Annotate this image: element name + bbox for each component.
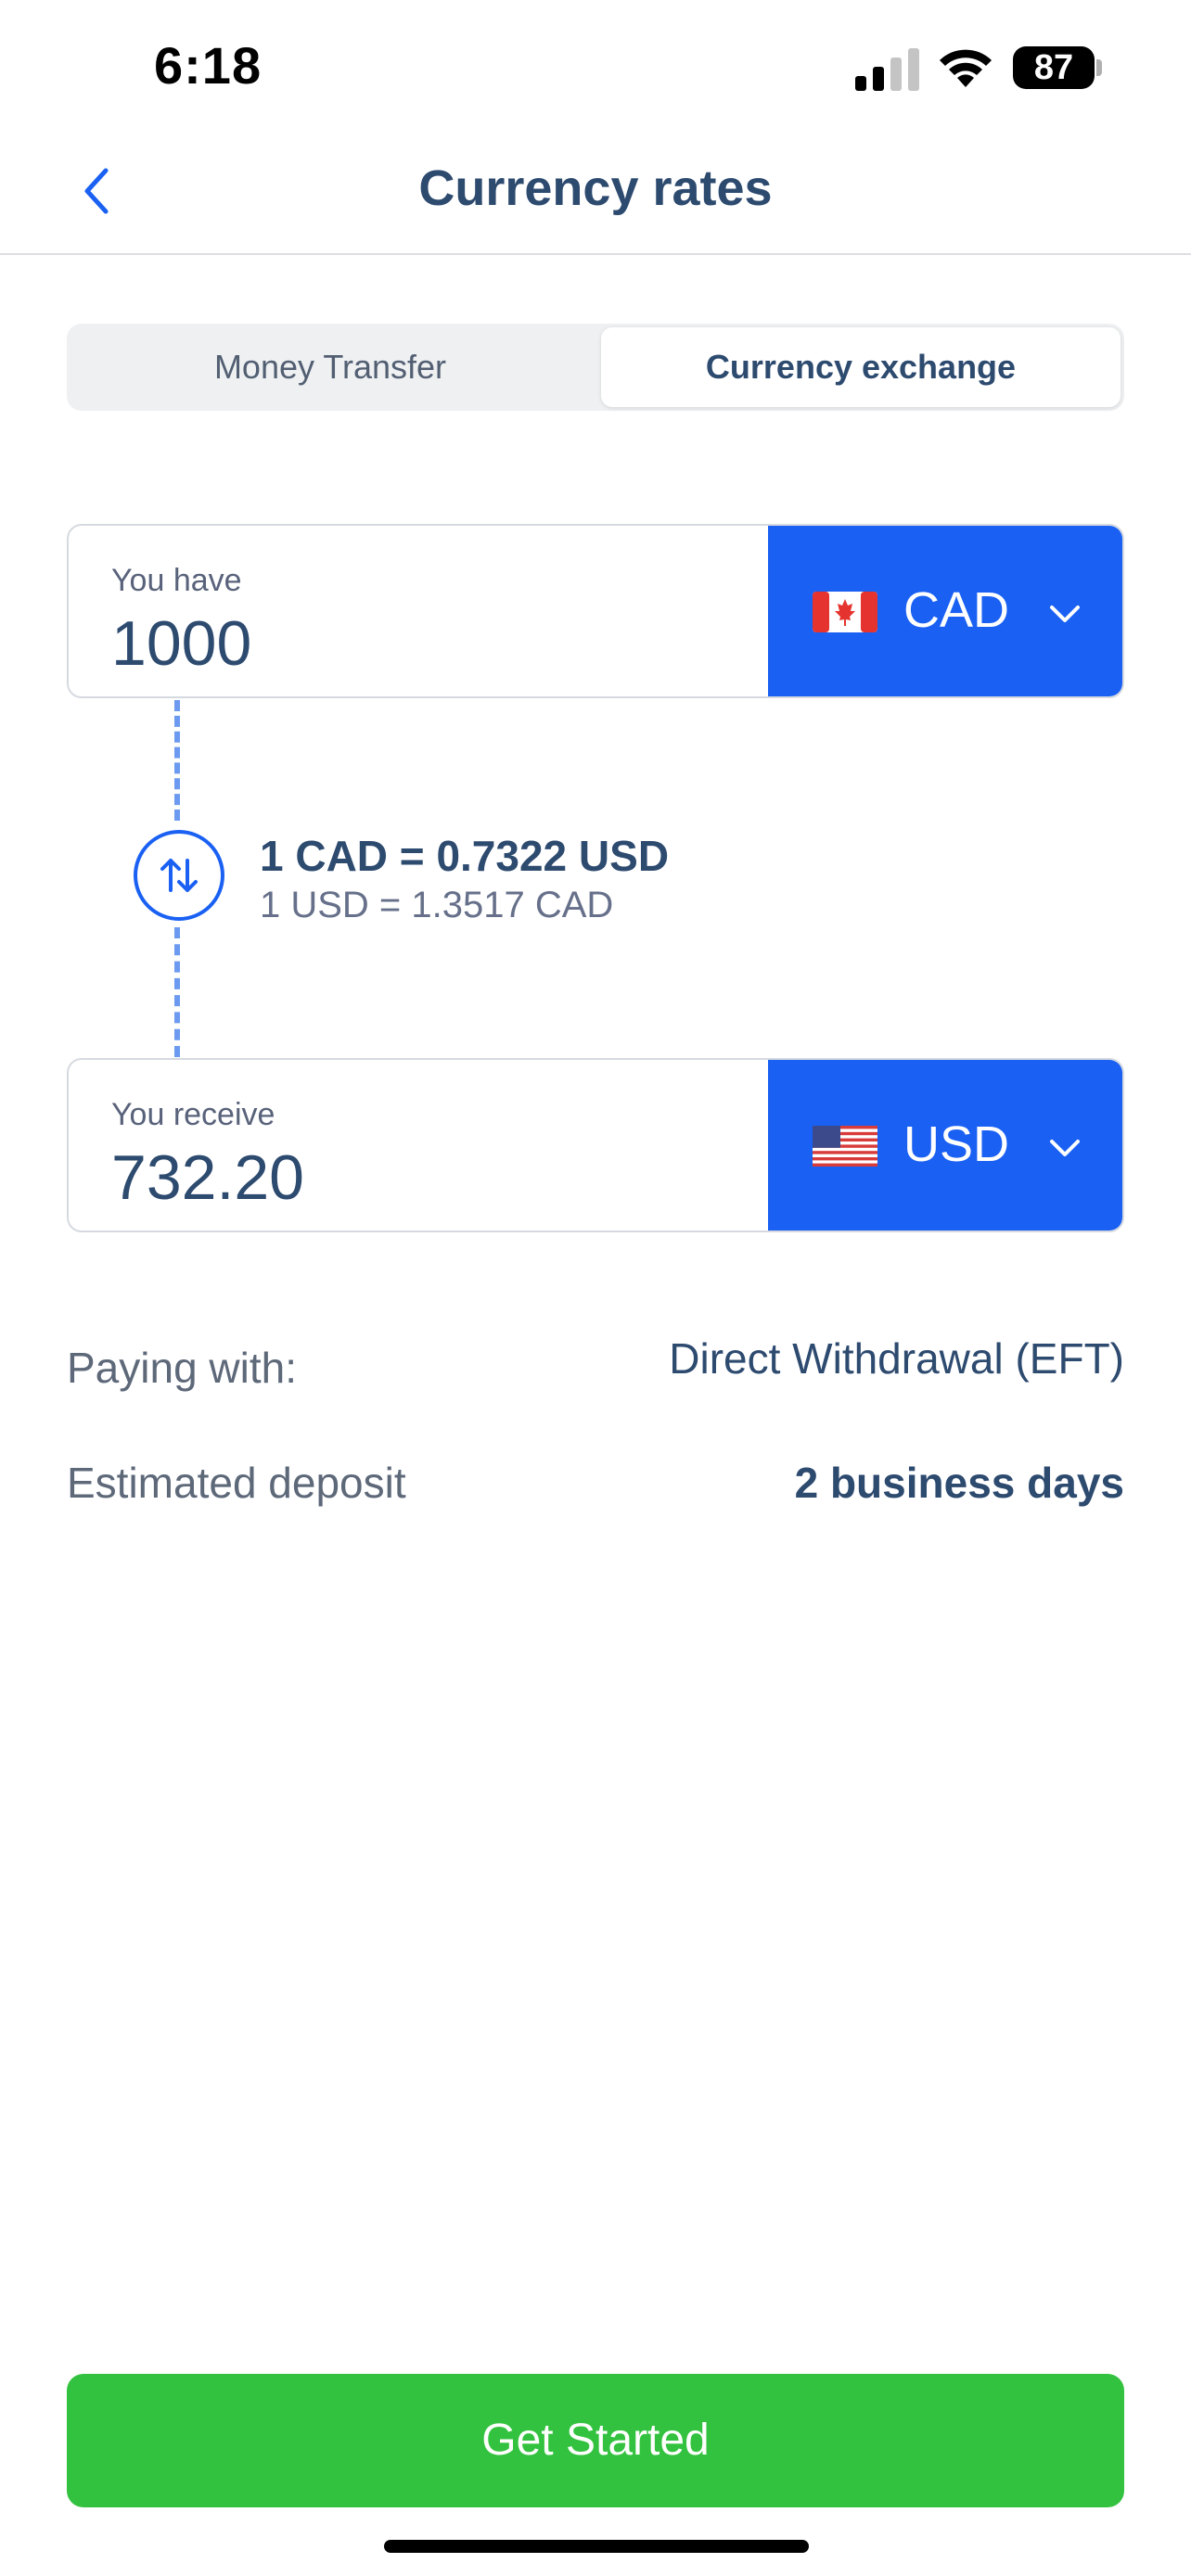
get-started-button[interactable]: Get Started xyxy=(67,2374,1124,2507)
from-currency-selector[interactable]: CAD xyxy=(768,526,1122,696)
exchange-rate-primary: 1 CAD = 0.7322 USD xyxy=(260,832,670,880)
status-time: 6:18 xyxy=(154,36,263,95)
exchange-rate-inverse: 1 USD = 1.3517 CAD xyxy=(260,885,614,925)
estimated-deposit-label: Estimated deposit xyxy=(67,1459,406,1507)
you-receive-label: You receive xyxy=(111,1097,275,1132)
canada-flag-icon xyxy=(813,592,877,632)
you-have-label: You have xyxy=(111,563,242,598)
you-receive-amount-input[interactable]: 732.20 xyxy=(111,1141,304,1214)
swap-arrows-icon xyxy=(160,859,198,892)
you-have-field: You have 1000 CAD xyxy=(67,524,1124,698)
to-currency-code: USD xyxy=(903,1116,1010,1172)
you-have-amount-input[interactable]: 1000 xyxy=(111,607,251,680)
us-flag-icon xyxy=(813,1126,877,1167)
currency-rates-screen: 6:18 87 Currency rates Money Transfer Cu… xyxy=(0,0,1191,2576)
home-indicator xyxy=(384,2540,809,2553)
header-divider xyxy=(0,253,1191,255)
wifi-icon xyxy=(940,49,992,87)
chevron-down-icon xyxy=(1050,606,1080,622)
battery-icon: 87 xyxy=(1013,46,1095,89)
page-title: Currency rates xyxy=(418,160,773,216)
chevron-down-icon xyxy=(1050,1140,1080,1156)
estimated-deposit-value: 2 business days xyxy=(794,1459,1124,1507)
connector-line-bottom xyxy=(174,927,180,1057)
paying-with-label: Paying with: xyxy=(67,1344,298,1392)
you-receive-field: You receive 732.20 USD xyxy=(67,1058,1124,1232)
cellular-signal-icon xyxy=(855,48,919,91)
swap-currencies-button[interactable] xyxy=(134,830,224,921)
tab-money-transfer[interactable]: Money Transfer xyxy=(70,327,590,407)
exchange-mode-tabs: Money Transfer Currency exchange xyxy=(67,324,1124,411)
from-currency-code: CAD xyxy=(903,582,1010,638)
battery-tip xyxy=(1096,59,1102,76)
paying-with-value: Direct Withdrawal (EFT) xyxy=(669,1334,1124,1383)
tab-currency-exchange[interactable]: Currency exchange xyxy=(601,327,1121,407)
to-currency-selector[interactable]: USD xyxy=(768,1060,1122,1231)
connector-line-top xyxy=(174,700,180,821)
